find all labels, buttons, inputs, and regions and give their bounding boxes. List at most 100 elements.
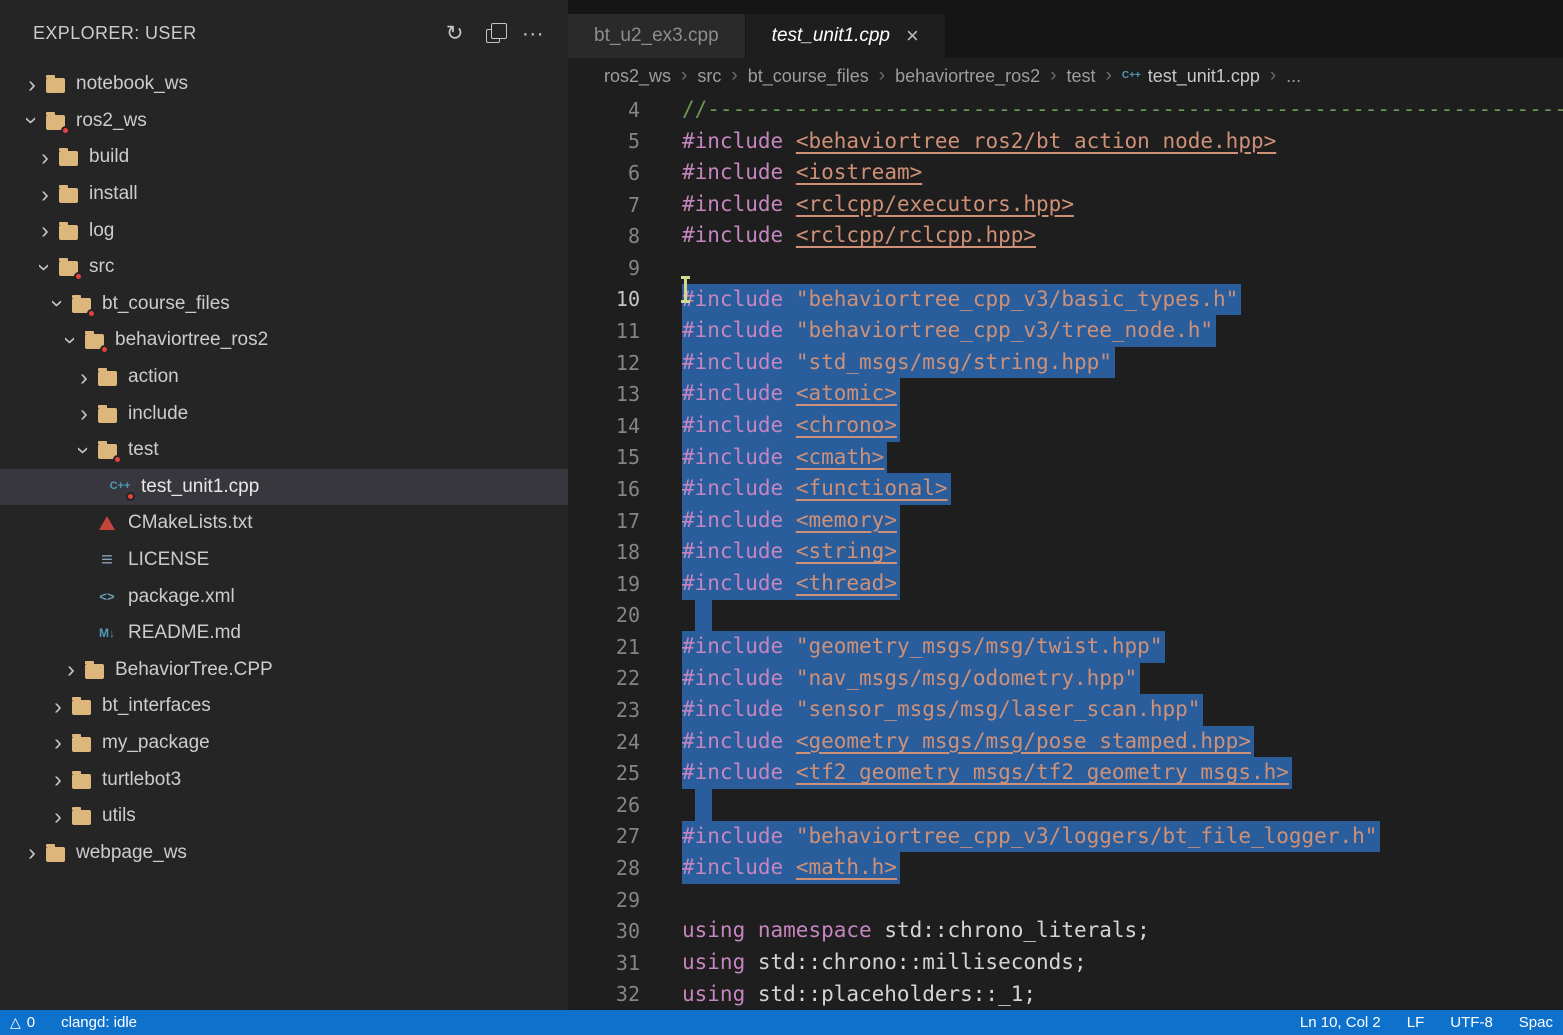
tree-item-test[interactable]: ›test	[0, 432, 568, 469]
code-line-17[interactable]: 17#include <memory>	[568, 505, 1563, 537]
tree-item-notebook_ws[interactable]: ›notebook_ws	[0, 66, 568, 103]
code-line-32[interactable]: 32using std::placeholders::_1;	[568, 979, 1563, 1010]
code-line-13[interactable]: 13#include <atomic>	[568, 378, 1563, 410]
breadcrumb-item-bt_course_files[interactable]: bt_course_files	[748, 66, 869, 87]
line-number[interactable]: 17	[568, 509, 640, 533]
code-line-4[interactable]: 4//-------------------------------------…	[568, 94, 1563, 126]
refresh-icon[interactable]: ↻	[446, 23, 464, 44]
line-number[interactable]: 12	[568, 351, 640, 375]
line-number[interactable]: 13	[568, 382, 640, 406]
tree-item-ros2_ws[interactable]: ›ros2_ws	[0, 103, 568, 140]
line-number[interactable]: 21	[568, 635, 640, 659]
line-number[interactable]: 24	[568, 730, 640, 754]
code-line-7[interactable]: 7#include <rclcpp/executors.hpp>	[568, 189, 1563, 221]
line-number[interactable]: 8	[568, 224, 640, 248]
code-line-12[interactable]: 12#include "std_msgs/msg/string.hpp"	[568, 347, 1563, 379]
code-line-23[interactable]: 23#include "sensor_msgs/msg/laser_scan.h…	[568, 694, 1563, 726]
code-line-19[interactable]: 19#include <thread>	[568, 568, 1563, 600]
code-line-15[interactable]: 15#include <cmath>	[568, 442, 1563, 474]
line-number[interactable]: 31	[568, 951, 640, 975]
clangd-status[interactable]: clangd: idle	[61, 1014, 137, 1031]
line-number[interactable]: 11	[568, 319, 640, 343]
close-icon[interactable]: ×	[906, 25, 919, 47]
line-number[interactable]: 27	[568, 824, 640, 848]
code-line-8[interactable]: 8#include <rclcpp/rclcpp.hpp>	[568, 220, 1563, 252]
code-line-18[interactable]: 18#include <string>	[568, 536, 1563, 568]
code-line-28[interactable]: 28#include <math.h>	[568, 852, 1563, 884]
code-line-21[interactable]: 21#include "geometry_msgs/msg/twist.hpp"	[568, 631, 1563, 663]
tree-item-bt_interfaces[interactable]: ›bt_interfaces	[0, 688, 568, 725]
breadcrumb-item-ros2_ws[interactable]: ros2_ws	[604, 66, 671, 87]
line-number[interactable]: 16	[568, 477, 640, 501]
line-number[interactable]: 4	[568, 98, 640, 122]
encoding-indicator[interactable]: UTF-8	[1450, 1014, 1493, 1031]
tree-item-CMakeLists.txt[interactable]: CMakeLists.txt	[0, 505, 568, 542]
tree-item-webpage_ws[interactable]: ›webpage_ws	[0, 834, 568, 871]
code-line-29[interactable]: 29	[568, 884, 1563, 916]
line-number[interactable]: 26	[568, 793, 640, 817]
code-line-6[interactable]: 6#include <iostream>	[568, 157, 1563, 189]
cursor-position[interactable]: Ln 10, Col 2	[1300, 1014, 1381, 1031]
code-line-11[interactable]: 11#include "behaviortree_cpp_v3/tree_nod…	[568, 315, 1563, 347]
line-number[interactable]: 15	[568, 445, 640, 469]
line-number[interactable]: 6	[568, 161, 640, 185]
tree-item-build[interactable]: ›build	[0, 139, 568, 176]
breadcrumb-item-behaviortree_ros2[interactable]: behaviortree_ros2	[895, 66, 1040, 87]
tree-item-turtlebot3[interactable]: ›turtlebot3	[0, 761, 568, 798]
tree-item-LICENSE[interactable]: ≡LICENSE	[0, 542, 568, 579]
line-number[interactable]: 18	[568, 540, 640, 564]
code-line-27[interactable]: 27#include "behaviortree_cpp_v3/loggers/…	[568, 821, 1563, 853]
tab-test_unit1.cpp[interactable]: test_unit1.cpp×	[746, 14, 946, 58]
tree-item-BehaviorTree.CPP[interactable]: ›BehaviorTree.CPP	[0, 652, 568, 689]
line-number[interactable]: 10	[568, 287, 640, 311]
line-number[interactable]: 25	[568, 761, 640, 785]
tree-item-action[interactable]: ›action	[0, 359, 568, 396]
collapse-folders-icon[interactable]	[486, 29, 500, 43]
code-line-22[interactable]: 22#include "nav_msgs/msg/odometry.hpp"	[568, 663, 1563, 695]
line-number[interactable]: 23	[568, 698, 640, 722]
line-number[interactable]: 32	[568, 982, 640, 1006]
code-editor[interactable]: 4//-------------------------------------…	[568, 94, 1563, 1010]
more-actions-icon[interactable]: ···	[522, 23, 544, 44]
line-ending-indicator[interactable]: LF	[1407, 1014, 1425, 1031]
tree-item-utils[interactable]: ›utils	[0, 798, 568, 835]
line-number[interactable]: 7	[568, 193, 640, 217]
tree-item-test_unit1.cpp[interactable]: C++test_unit1.cpp	[0, 469, 568, 506]
line-number[interactable]: 28	[568, 856, 640, 880]
code-line-25[interactable]: 25#include <tf2_geometry_msgs/tf2_geomet…	[568, 757, 1563, 789]
tree-item-behaviortree_ros2[interactable]: ›behaviortree_ros2	[0, 322, 568, 359]
code-line-10[interactable]: 10#include "behaviortree_cpp_v3/basic_ty…	[568, 284, 1563, 316]
tree-item-src[interactable]: ›src	[0, 249, 568, 286]
tree-item-log[interactable]: ›log	[0, 212, 568, 249]
breadcrumb-item-...[interactable]: ...	[1286, 66, 1301, 87]
tree-item-my_package[interactable]: ›my_package	[0, 725, 568, 762]
line-number[interactable]: 22	[568, 666, 640, 690]
code-line-26[interactable]: 26	[568, 789, 1563, 821]
indentation-indicator[interactable]: Spac	[1519, 1014, 1553, 1031]
line-number[interactable]: 9	[568, 256, 640, 280]
code-line-5[interactable]: 5#include <behaviortree_ros2/bt_action_n…	[568, 126, 1563, 158]
line-number[interactable]: 14	[568, 414, 640, 438]
code-line-9[interactable]: 9	[568, 252, 1563, 284]
tree-item-README.md[interactable]: M↓README.md	[0, 615, 568, 652]
tree-item-package.xml[interactable]: <>package.xml	[0, 578, 568, 615]
code-line-20[interactable]: 20	[568, 600, 1563, 632]
code-line-24[interactable]: 24#include <geometry_msgs/msg/pose_stamp…	[568, 726, 1563, 758]
tree-item-bt_course_files[interactable]: ›bt_course_files	[0, 286, 568, 323]
breadcrumb-item-test_unit1.cpp[interactable]: C++test_unit1.cpp	[1122, 66, 1260, 87]
line-number[interactable]: 5	[568, 129, 640, 153]
breadcrumb-item-src[interactable]: src	[697, 66, 721, 87]
code-line-31[interactable]: 31using std::chrono::milliseconds;	[568, 947, 1563, 979]
line-number[interactable]: 20	[568, 603, 640, 627]
code-line-14[interactable]: 14#include <chrono>	[568, 410, 1563, 442]
line-number[interactable]: 29	[568, 888, 640, 912]
code-line-16[interactable]: 16#include <functional>	[568, 473, 1563, 505]
breadcrumb-item-test[interactable]: test	[1067, 66, 1096, 87]
code-line-30[interactable]: 30using namespace std::chrono_literals;	[568, 915, 1563, 947]
line-number[interactable]: 30	[568, 919, 640, 943]
problems-badge[interactable]: △0	[10, 1014, 35, 1031]
tree-item-include[interactable]: ›include	[0, 395, 568, 432]
line-number[interactable]: 19	[568, 572, 640, 596]
tree-item-install[interactable]: ›install	[0, 176, 568, 213]
tab-bt_u2_ex3.cpp[interactable]: bt_u2_ex3.cpp	[568, 14, 746, 58]
